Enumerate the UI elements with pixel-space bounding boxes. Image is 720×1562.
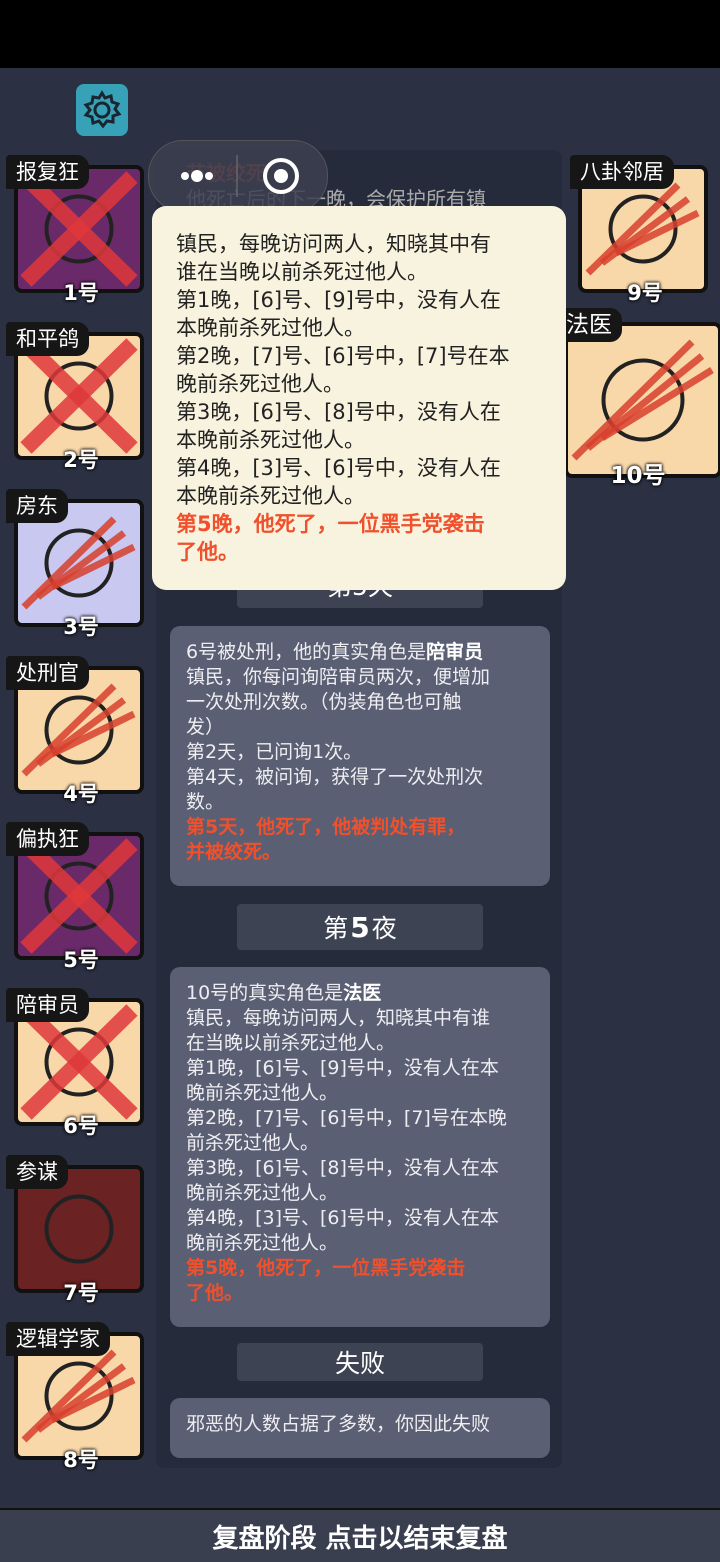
role-name-tag: 处刑官 [6, 656, 89, 690]
popup-text-line: 晚前杀死过他人。 [176, 372, 344, 396]
player-card-7[interactable]: 参谋 7号 [6, 1155, 144, 1305]
role-name-tag: 八卦邻居 [570, 155, 674, 189]
role-name-tag: 和平鸽 [6, 322, 89, 356]
entry-death-line: 并被绞死。 [186, 841, 282, 863]
settings-button[interactable] [76, 84, 128, 136]
result-message: 邪恶的人数占据了多数，你因此失败 [170, 1398, 550, 1458]
entry-text-line: 第3晚，[6]号、[8]号中，没有人在本 [186, 1157, 499, 1179]
player-number: 3号 [63, 615, 99, 639]
popup-text-line: 谁在当晚以前杀死过他人。 [176, 260, 428, 284]
player-card-1[interactable]: 报复狂 1号 [6, 155, 144, 305]
role-name-tag: 逻辑学家 [6, 1322, 110, 1356]
entry-text-line: 晚前杀死过他人。 [186, 1182, 339, 1204]
popup-death-line: 了他。 [176, 540, 239, 564]
log-entry-execution: 6号被处刑，他的真实角色是陪审员 镇民，你每问询陪审员两次，便增加 一次处刑次数。… [170, 626, 550, 886]
popup-text-line: 本晚前杀死过他人。 [176, 428, 365, 452]
popup-text-line: 第2晚，[7]号、[6]号中，[7]号在本 [176, 344, 510, 368]
player-number: 1号 [63, 281, 99, 305]
entry-text-line: 发） [186, 716, 225, 738]
player-number: 2号 [63, 448, 99, 472]
entry-text-line: 第1晚，[6]号、[9]号中，没有人在本 [186, 1057, 499, 1079]
entry-text-line: 镇民，你每问询陪审员两次，便增加 [186, 666, 491, 688]
role-name-tag: 报复狂 [6, 155, 89, 189]
player-card-4[interactable]: 处刑官 4号 [6, 656, 144, 806]
player-number: 7号 [63, 1281, 99, 1305]
popup-text-line: 第3晚，[6]号、[8]号中，没有人在 [176, 400, 501, 424]
entry-text-line: 一次处刑次数。（伪装角色也可触 [186, 691, 462, 713]
entry-text-line: 前杀死过他人。 [186, 1132, 320, 1154]
player-number: 8号 [63, 1448, 99, 1472]
claw-marks-icon [571, 339, 714, 461]
role-name-tag: 房东 [6, 489, 68, 523]
entry-text-line: 在当晚以前杀死过他人。 [186, 1032, 396, 1054]
end-review-button[interactable]: 复盘阶段 点击以结束复盘 [0, 1508, 720, 1562]
entry-text-line: 镇民，每晚访问两人，知晓其中有谁 [186, 1007, 491, 1029]
role-detail-popup[interactable]: 镇民，每晚访问两人，知晓其中有 谁在当晚以前杀死过他人。第1晚，[6]号、[9]号… [152, 206, 566, 590]
entry-death-line: 第5晚，他死了，一位黑手党袭击 [186, 1257, 466, 1279]
result-header: 失败 [237, 1343, 483, 1381]
entry-death-line: 第5天，他死了，他被判处有罪， [186, 816, 466, 838]
player-card-6[interactable]: 陪审员 6号 [6, 988, 144, 1138]
role-name-tag: 偏执狂 [6, 822, 89, 856]
status-bar [0, 0, 720, 68]
entry-text-line: 数。 [186, 791, 225, 813]
entry-text-line: 第4晚，[3]号、[6]号中，没有人在本 [186, 1207, 499, 1229]
entry-text-line: 第2天，已问询1次。 [186, 741, 363, 763]
player-card-3[interactable]: 房东 3号 [6, 489, 144, 639]
mini-program-capsule[interactable] [148, 140, 328, 212]
role-name-tag: 陪审员 [6, 988, 89, 1022]
entry-text-line: 第4天，被问询，获得了一次处刑次 [186, 766, 484, 788]
entry-text-line: 晚前杀死过他人。 [186, 1232, 339, 1254]
popup-text-line: 本晚前杀死过他人。 [176, 316, 365, 340]
player-number: 9号 [627, 281, 663, 305]
role-name-tag: 参谋 [6, 1155, 68, 1189]
entry-text-line: 晚前杀死过他人。 [186, 1082, 339, 1104]
popup-text-line: 本晚前杀死过他人。 [176, 484, 365, 508]
player-card-9[interactable]: 八卦邻居 9号 [570, 155, 708, 305]
player-card-2[interactable]: 和平鸽 2号 [6, 322, 144, 472]
popup-text-line: 镇民，每晚访问两人，知晓其中有 [176, 232, 491, 256]
gear-icon [83, 90, 122, 129]
player-number: 6号 [63, 1114, 99, 1138]
entry-death-line: 了他。 [186, 1282, 244, 1304]
popup-text-line: 第1晚，[6]号、[9]号中，没有人在 [176, 288, 501, 312]
player-number: 10号 [610, 463, 666, 489]
menu-dots-icon [181, 155, 299, 197]
entry-text-line: 第2晚，[7]号、[6]号中，[7]号在本晚 [186, 1107, 507, 1129]
player-card-5[interactable]: 偏执狂 5号 [6, 822, 144, 972]
player-number: 4号 [63, 782, 99, 806]
player-number: 5号 [63, 948, 99, 972]
player-card-8[interactable]: 逻辑学家 8号 [6, 1322, 144, 1472]
player-card-10[interactable]: 法医 10号 [556, 308, 720, 489]
log-entry-death: 10号的真实角色是法医 镇民，每晚访问两人，知晓其中有谁 在当晚以前杀死过他人。第… [170, 967, 550, 1327]
night-5-header: 第5夜 [237, 904, 483, 950]
popup-text-line: 第4晚，[3]号、[6]号中，没有人在 [176, 456, 501, 480]
popup-death-line: 第5晚，他死了，一位黑手党袭击 [176, 512, 485, 536]
